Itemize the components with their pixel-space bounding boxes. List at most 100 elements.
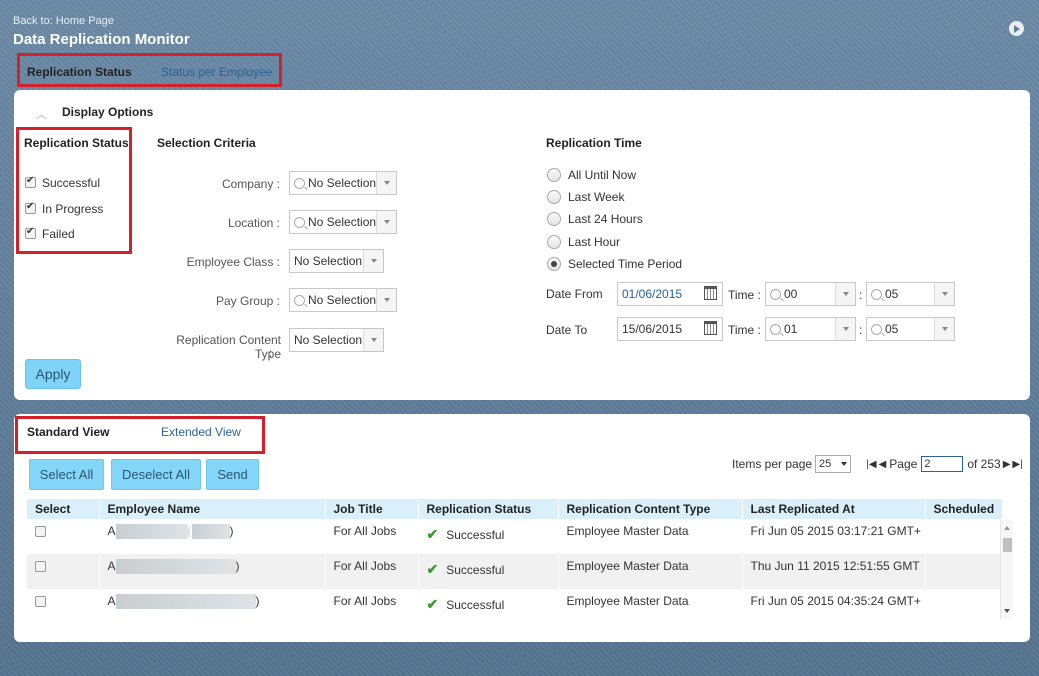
tab-replication-status[interactable]: Replication Status	[27, 65, 132, 79]
radio-icon[interactable]	[547, 211, 561, 226]
column-header-scheduled[interactable]: Scheduled	[925, 499, 1003, 519]
radio-icon[interactable]	[547, 189, 561, 204]
search-icon	[770, 288, 781, 300]
date-to-input[interactable]: 15/06/2015	[617, 317, 723, 341]
table-row[interactable]: A) For All Jobs ✔ Successful Employee Mas…	[27, 589, 1003, 619]
scroll-down-icon[interactable]	[1004, 609, 1010, 613]
to-hour-select[interactable]: 01	[765, 317, 856, 341]
chevron-down-icon[interactable]	[835, 318, 855, 340]
select-all-button[interactable]: Select All	[29, 459, 104, 490]
time-colon: :	[859, 323, 863, 337]
last-replicated-cell: Fri Jun 05 2015 04:35:24 GMT+	[742, 589, 926, 619]
radio-icon[interactable]	[547, 167, 561, 182]
redacted-name	[115, 559, 236, 575]
column-header-replication-status[interactable]: Replication Status	[418, 499, 559, 519]
tab-standard-view[interactable]: Standard View	[27, 425, 109, 439]
chevron-down-icon[interactable]	[934, 283, 954, 305]
page-label: Page	[889, 457, 918, 471]
radio-all-until-now[interactable]: All Until Now	[547, 167, 636, 182]
employee-class-label: Employee Class :	[186, 255, 280, 269]
deselect-all-button[interactable]: Deselect All	[111, 459, 201, 490]
employee-name: A	[107, 559, 116, 573]
items-per-page-select[interactable]: 25	[815, 455, 852, 473]
row-checkbox[interactable]	[35, 596, 46, 608]
checkbox-successful[interactable]: Successful	[25, 175, 100, 190]
scrollbar-thumb[interactable]	[1002, 537, 1012, 552]
status-cell: ✔ Successful	[418, 554, 559, 589]
send-button[interactable]: Send	[206, 459, 259, 490]
redacted-name	[115, 594, 256, 610]
search-icon	[871, 323, 882, 335]
radio-selected-time-period[interactable]: Selected Time Period	[547, 256, 682, 271]
checkbox-icon[interactable]	[25, 226, 36, 240]
scheduled-cell	[925, 519, 1003, 554]
table-header-row: Select Employee Name Job Title Replicati…	[27, 499, 1003, 519]
calendar-icon[interactable]	[704, 321, 717, 335]
chevron-down-icon[interactable]	[934, 318, 954, 340]
date-from-input[interactable]: 01/06/2015	[617, 282, 723, 306]
job-title-cell: For All Jobs	[325, 554, 419, 589]
table-scrollbar[interactable]	[1000, 520, 1013, 619]
tab-extended-view[interactable]: Extended View	[161, 425, 241, 439]
location-select[interactable]: No Selection	[289, 210, 397, 234]
scheduled-cell	[925, 589, 1003, 619]
content-type-cell: Employee Master Data	[558, 519, 743, 554]
page-count: of 253	[967, 457, 1001, 471]
chevron-down-icon[interactable]	[376, 211, 396, 233]
column-header-replication-content-type[interactable]: Replication Content Type	[558, 499, 743, 519]
checkbox-icon[interactable]	[25, 175, 36, 189]
employee-name: A	[107, 524, 116, 538]
column-header-select[interactable]: Select	[27, 499, 100, 519]
chevron-down-icon	[841, 462, 848, 466]
back-to-home-link[interactable]: Back to: Home Page	[13, 15, 114, 27]
date-to-label: Date To	[546, 323, 588, 337]
checkbox-failed[interactable]: Failed	[25, 226, 75, 241]
chevron-down-icon[interactable]	[835, 283, 855, 305]
row-checkbox[interactable]	[35, 561, 46, 573]
radio-last-hour[interactable]: Last Hour	[547, 234, 620, 249]
table-row[interactable]: A) For All Jobs ✔ Successful Employee Mas…	[27, 554, 1003, 589]
from-hour-select[interactable]: 00	[765, 282, 856, 306]
checkbox-in-progress[interactable]: In Progress	[25, 201, 103, 216]
pay-group-select[interactable]: No Selection	[289, 288, 397, 312]
search-icon	[871, 288, 882, 300]
employee-class-select[interactable]: No Selection	[289, 249, 384, 273]
chevron-down-icon[interactable]	[363, 250, 383, 272]
pay-group-label: Pay Group :	[215, 294, 280, 308]
previous-page-icon[interactable]: ◀	[879, 459, 887, 470]
items-per-page-label: Items per page	[732, 457, 813, 471]
radio-last-week[interactable]: Last Week	[547, 189, 624, 204]
column-header-job-title[interactable]: Job Title	[325, 499, 419, 519]
from-minute-select[interactable]: 05	[866, 282, 955, 306]
time-from-label: Time :	[728, 288, 761, 302]
to-minute-select[interactable]: 05	[866, 317, 955, 341]
display-options-title: Display Options	[62, 105, 154, 119]
collapse-chevron-icon[interactable]: ︿	[36, 106, 47, 122]
page-number-input[interactable]: 2	[921, 456, 964, 472]
employee-name: A	[107, 594, 116, 608]
last-page-icon[interactable]: ▶|	[1012, 459, 1022, 470]
check-icon: ✔	[426, 596, 439, 612]
row-checkbox[interactable]	[35, 526, 46, 538]
redacted-name	[115, 524, 188, 540]
radio-last-24-hours[interactable]: Last 24 Hours	[547, 211, 643, 226]
table-row[interactable]: A() For All Jobs ✔ Successful Employee Ma…	[27, 519, 1003, 554]
play-icon[interactable]	[1009, 21, 1024, 36]
apply-button[interactable]: Apply	[25, 359, 81, 389]
chevron-down-icon[interactable]	[376, 289, 396, 311]
column-header-employee-name[interactable]: Employee Name	[99, 499, 326, 519]
chevron-down-icon[interactable]	[376, 172, 396, 194]
replication-content-type-select[interactable]: No Selection	[289, 328, 384, 352]
company-select[interactable]: No Selection	[289, 171, 397, 195]
chevron-down-icon[interactable]	[363, 329, 383, 351]
checkbox-icon[interactable]	[25, 201, 36, 215]
radio-icon[interactable]	[547, 234, 561, 249]
scroll-up-icon[interactable]	[1004, 526, 1010, 530]
calendar-icon[interactable]	[704, 286, 717, 300]
page-title: Data Replication Monitor	[13, 31, 190, 48]
first-page-icon[interactable]: |◀	[866, 459, 876, 470]
tab-status-per-employee[interactable]: Status per Employee	[161, 65, 272, 79]
radio-icon[interactable]	[547, 256, 561, 271]
column-header-last-replicated-at[interactable]: Last Replicated At	[742, 499, 926, 519]
next-page-icon[interactable]: ▶	[1003, 459, 1011, 470]
